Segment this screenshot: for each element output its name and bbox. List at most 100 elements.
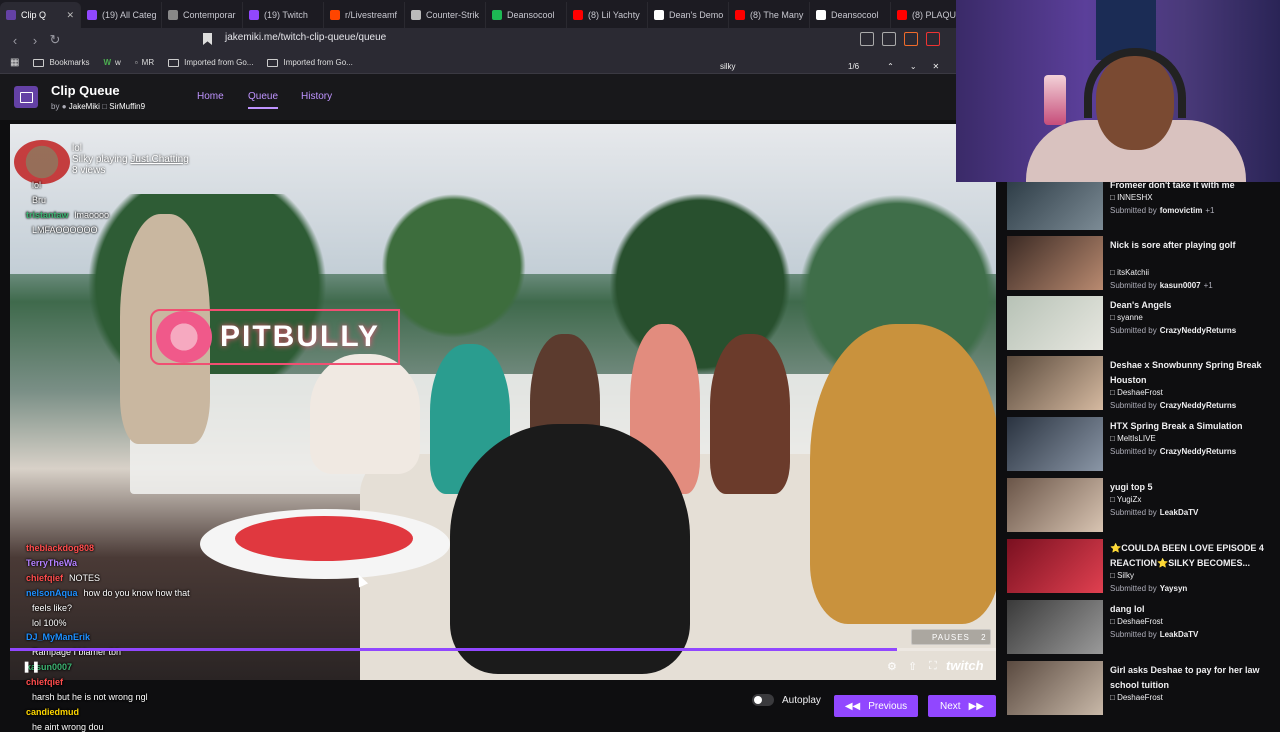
- shield-icon[interactable]: [904, 32, 918, 46]
- chat-text: feels like?: [32, 602, 73, 613]
- chat-message: chiefqief NOTES: [26, 573, 100, 583]
- chat-text: lol: [32, 180, 42, 190]
- tab-label: Clip Q: [21, 10, 47, 20]
- queue-clip-item[interactable]: Fromeer don't take it with me □ INNESHX Su…: [1007, 182, 1275, 234]
- bookmark-icon[interactable]: [203, 33, 212, 45]
- previous-button[interactable]: ◀◀ Previous: [834, 695, 918, 717]
- find-previous-icon[interactable]: ⌃: [887, 62, 894, 71]
- chat-message: harsh but he is not wrong ngl: [26, 692, 148, 702]
- twitch-icon: □: [102, 102, 107, 111]
- toggle-switch[interactable]: [752, 694, 774, 706]
- clip-thumbnail[interactable]: [1007, 182, 1103, 230]
- find-count: 1/6: [848, 61, 860, 71]
- address-bar[interactable]: jakemiki.me/twitch-clip-queue/queue: [225, 32, 386, 43]
- clip-category[interactable]: Just Chatting: [130, 154, 188, 165]
- clip-title: HTX Spring Break a Simulation: [1110, 421, 1243, 431]
- nav-home[interactable]: Home: [197, 91, 224, 102]
- video-person: [710, 334, 790, 494]
- browser-tab[interactable]: Clip Q ✕: [0, 2, 81, 28]
- tab-favicon-icon: [654, 10, 664, 20]
- queue-clip-item[interactable]: dang lol □ DeshaeFrost Submitted by LeakDaT…: [1007, 600, 1275, 658]
- next-button[interactable]: Next ▶▶: [928, 695, 996, 717]
- browser-tab[interactable]: (8) The Many: [729, 2, 810, 28]
- browser-tab[interactable]: Deansocool: [810, 2, 891, 28]
- reader-icon[interactable]: [860, 32, 874, 46]
- bookmark-w[interactable]: Ww: [103, 58, 120, 67]
- clip-thumbnail[interactable]: [1007, 417, 1103, 471]
- clip-channel: □ YugiZx: [1110, 495, 1142, 504]
- browser-tab[interactable]: (19) Twitch: [243, 2, 324, 28]
- clip-thumbnail[interactable]: [1007, 296, 1103, 350]
- w-logo-icon: W: [103, 58, 112, 67]
- progress-bar[interactable]: [10, 648, 996, 651]
- browser-tab[interactable]: Contemporar: [162, 2, 243, 28]
- bookmark-imported-1[interactable]: Imported from Go...: [168, 58, 253, 67]
- streamer-avatar: [14, 140, 70, 184]
- chat-message: LMFAOOOOOO: [26, 225, 98, 235]
- nav-history[interactable]: History: [301, 91, 332, 102]
- twitch-channel-icon: □: [1110, 617, 1118, 626]
- clip-title: ⭐COULDA BEEN LOVE EPISODE 4 REACTION⭐SIL…: [1110, 543, 1264, 568]
- pause-icon[interactable]: ❚❚: [22, 660, 40, 673]
- tab-close-icon[interactable]: ✕: [66, 10, 74, 21]
- tab-label: (8) Lil Yachty: [588, 10, 640, 20]
- clip-creator[interactable]: Silky: [72, 154, 93, 165]
- clip-channel: □ INNESHX: [1110, 193, 1153, 202]
- queue-clip-item[interactable]: Girl asks Deshae to pay for her law scho…: [1007, 661, 1275, 719]
- queue-clip-item[interactable]: HTX Spring Break a Simulation □ MeltIsLIV…: [1007, 417, 1275, 475]
- clip-queue-logo-icon[interactable]: [14, 86, 38, 108]
- tab-label: Contemporar: [183, 10, 236, 20]
- browser-tab[interactable]: Dean's Demo: [648, 2, 729, 28]
- queue-sidebar: Fromeer don't take it with me □ INNESHX Su…: [1000, 182, 1280, 720]
- queue-clip-item[interactable]: Dean's Angels □ syanne Submitted by CrazyNe…: [1007, 296, 1275, 354]
- apps-grid-icon[interactable]: ▦: [10, 57, 19, 68]
- tab-favicon-icon: [816, 10, 826, 20]
- clip-thumbnail[interactable]: [1007, 539, 1103, 593]
- find-next-icon[interactable]: ⌄: [910, 62, 917, 71]
- share-icon[interactable]: [882, 32, 896, 46]
- settings-icon[interactable]: ⚙: [887, 660, 897, 673]
- tab-label: (19) Twitch: [264, 10, 308, 20]
- clip-thumbnail[interactable]: [1007, 478, 1103, 532]
- twitch-channel-icon: □: [1110, 693, 1118, 702]
- browser-tab[interactable]: (8) Lil Yachty: [567, 2, 648, 28]
- clip-meta: lol Silky playing Just Chatting 8 views: [72, 143, 189, 176]
- tab-favicon-icon: [492, 10, 502, 20]
- bookmark-imported-2[interactable]: Imported from Go...: [267, 58, 353, 67]
- queue-clip-item[interactable]: yugi top 5 □ YugiZx Submitted by LeakDaTV: [1007, 478, 1275, 536]
- notification-icon[interactable]: [926, 32, 940, 46]
- chat-message: candiedmud: [26, 707, 85, 717]
- chat-username: chiefqief: [26, 677, 64, 688]
- fullscreen-icon[interactable]: ⛶: [929, 660, 937, 673]
- tab-favicon-icon: [897, 10, 907, 20]
- back-icon[interactable]: ‹: [5, 33, 25, 48]
- clip-submitted-by: Submitted by kasun0007 +1: [1110, 281, 1213, 290]
- forward-icon[interactable]: ›: [25, 33, 45, 48]
- chat-username: tristantaw: [26, 210, 69, 220]
- browser-tab[interactable]: Counter-Strik: [405, 2, 486, 28]
- author-link[interactable]: JakeMiki: [69, 102, 100, 111]
- tab-favicon-icon: [249, 10, 259, 20]
- queue-clip-item[interactable]: Nick is sore after playing golf □ itsKatc…: [1007, 236, 1275, 294]
- browser-tab[interactable]: (19) All Categ: [81, 2, 162, 28]
- nav-queue[interactable]: Queue: [248, 91, 279, 109]
- find-input[interactable]: silky: [720, 62, 830, 71]
- tab-label: (8) The Many: [750, 10, 804, 20]
- find-close-icon[interactable]: ✕: [933, 62, 940, 71]
- bookmark-mr[interactable]: ▫ MR: [135, 58, 154, 67]
- browser-tab[interactable]: Deansocool: [486, 2, 567, 28]
- clip-thumbnail[interactable]: [1007, 356, 1103, 410]
- clip-thumbnail[interactable]: [1007, 661, 1103, 715]
- app-byline: by ● JakeMiki □ SirMuffin9: [51, 102, 146, 111]
- bookmark-folder-bookmarks[interactable]: Bookmarks: [33, 58, 89, 67]
- share-icon[interactable]: ⇧: [908, 660, 917, 673]
- clip-thumbnail[interactable]: [1007, 236, 1103, 290]
- clip-thumbnail[interactable]: [1007, 600, 1103, 654]
- reload-icon[interactable]: ↻: [45, 32, 65, 48]
- autoplay-toggle[interactable]: Autoplay: [752, 694, 821, 706]
- twitch-logo[interactable]: twitch: [946, 658, 984, 673]
- queue-clip-item[interactable]: Deshae x Snowbunny Spring Break Houston □…: [1007, 356, 1275, 414]
- queue-clip-item[interactable]: ⭐COULDA BEEN LOVE EPISODE 4 REACTION⭐SIL…: [1007, 539, 1275, 597]
- browser-tab[interactable]: r/Livestreamf: [324, 2, 405, 28]
- author2-link[interactable]: SirMuffin9: [109, 102, 145, 111]
